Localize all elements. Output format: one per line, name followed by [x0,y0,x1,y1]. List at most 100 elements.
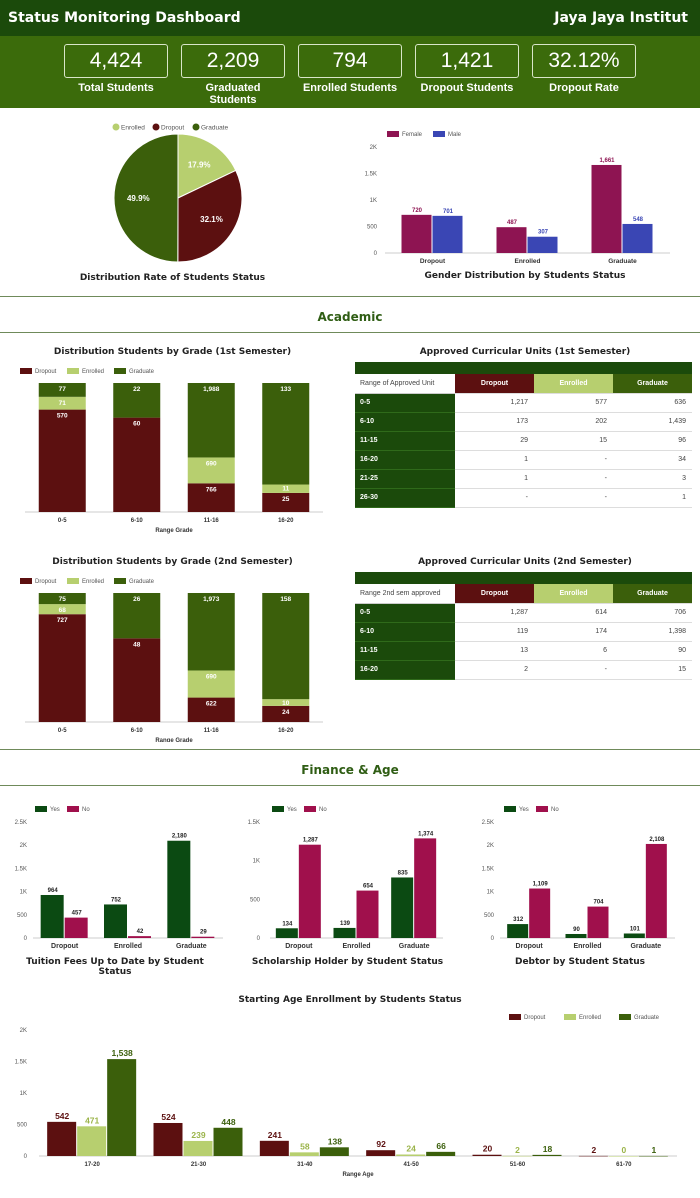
table-cell: - [455,488,534,508]
bar-value-label: 138 [328,1136,342,1146]
bar-value-label: 1 [651,1145,656,1155]
bar [623,933,645,938]
academic-section-title: Academic [317,310,383,324]
table-row: 6-10 119 174 1,398 [355,622,692,642]
bar [401,214,432,253]
y-tick-label: 1K [20,1091,27,1097]
top-bar: Status Monitoring Dashboard Jaya Jaya In… [0,0,700,36]
x-tick-label: Graduate [608,258,637,265]
y-tick-label: 1.5K [248,820,260,826]
table-row: 11-15 13 6 90 [355,641,692,661]
segment-value-label: 48 [133,641,141,648]
x-tick-label: Graduate [399,943,430,950]
row-label: 6-10 [355,622,455,642]
table-cell: 636 [613,393,692,413]
legend-label: Yes [287,807,297,813]
x-tick-label: 0-5 [58,728,67,734]
x-tick-label: 16-20 [278,518,294,524]
segment-value-label: 1,973 [203,596,220,603]
x-tick-label: 21-30 [191,1162,207,1168]
table-cell: 1,439 [613,412,692,432]
bar [356,890,379,938]
debtor-bar-chart: Yes No 0 500 1K 1.5K 2K 2.5K 312 1,109 Dropout 90 70… [482,806,675,950]
bar [191,936,215,938]
table-cell: 1 [455,450,534,470]
legend-swatch [509,1014,521,1020]
finance-section-title: Finance & Age [301,763,399,777]
segment-value-label: 26 [133,596,141,603]
x-tick-label: 0-5 [58,518,67,524]
legend-label: Dropout [35,369,57,375]
x-tick-label: Enrolled [573,943,601,950]
bar-value-label: 471 [85,1115,99,1125]
bar [496,227,527,253]
legend-label: Graduate [129,579,155,585]
y-tick-label: 0 [257,936,261,942]
org-name: Jaya Jaya Institut [554,10,688,26]
table-row: 26-30- -1 [355,488,692,508]
legend-label: Yes [50,807,60,813]
column-header: Dropout [455,584,534,604]
x-tick-label: Dropout [51,943,79,950]
kpi-value: 794 [298,44,402,78]
table-cell: 1,398 [613,622,692,642]
y-tick-label: 2K [20,1028,27,1034]
table-row: 11-15 29 15 96 [355,431,692,451]
bar [507,924,529,938]
table-cell: 13 [455,641,534,661]
legend-label: Dropout [524,1015,546,1021]
column-header: Graduate [613,374,692,394]
y-tick-label: 500 [17,913,28,919]
legend-label: Yes [519,807,529,813]
legend-swatch [619,1014,631,1020]
row-label: 11-15 [355,641,455,661]
legend-label: No [319,807,327,813]
x-tick-label: Enrolled [342,943,370,950]
bar-value-label: 1,374 [418,831,434,837]
segment-value-label: 75 [59,596,67,603]
segment-value-label: 690 [206,460,217,467]
tuition-chart-title: Tuition Fees Up to Date by Student Statu… [26,957,204,977]
bar [532,1154,562,1156]
y-tick-label: 0 [24,1154,28,1160]
bar [289,1152,319,1156]
y-tick-label: 1.5K [482,866,494,872]
kpi-label: Dropout Students [420,82,514,94]
bar-value-label: 92 [376,1139,386,1149]
bar [591,164,622,253]
pie-slice-label: 32.1% [200,215,223,224]
bar-value-label: 1,109 [533,882,549,888]
segment-value-label: 25 [282,496,290,503]
bar [366,1150,396,1156]
row-label: 26-30 [355,488,455,508]
stacked-bar-segment [187,383,235,458]
pie-slice-label: 49.9% [127,194,150,203]
table-cell: 29 [455,431,534,451]
row-label: 21-25 [355,469,455,489]
segment-value-label: 158 [280,596,291,603]
stacked-bar-segment [113,638,161,722]
table-cell: 119 [455,622,534,642]
bar [107,1059,137,1156]
legend-swatch [114,368,126,374]
bar [578,1155,608,1157]
segment-value-label: 10 [282,700,290,707]
bar-value-label: 0 [621,1145,626,1155]
bar-value-label: 42 [137,929,144,935]
segment-value-label: 690 [206,673,217,680]
x-tick-label: Graduate [176,943,207,950]
y-tick-label: 500 [17,1123,28,1129]
section-divider [0,332,700,333]
kpi-dropout-students: 1,421 Dropout Students [415,44,519,108]
table-cell: 1 [613,488,692,508]
gender-chart-title: Gender Distribution by Students Status [424,271,626,281]
legend-swatch [20,578,32,584]
x-tick-label: Enrolled [514,258,540,265]
kpi-label: Graduated Students [205,82,261,106]
bar-value-label: 524 [161,1112,175,1122]
bar [213,1127,243,1156]
y-tick-label: 1K [20,890,27,896]
bar-value-label: 2 [515,1145,520,1155]
segment-value-label: 68 [59,607,67,614]
bar [319,1147,349,1156]
